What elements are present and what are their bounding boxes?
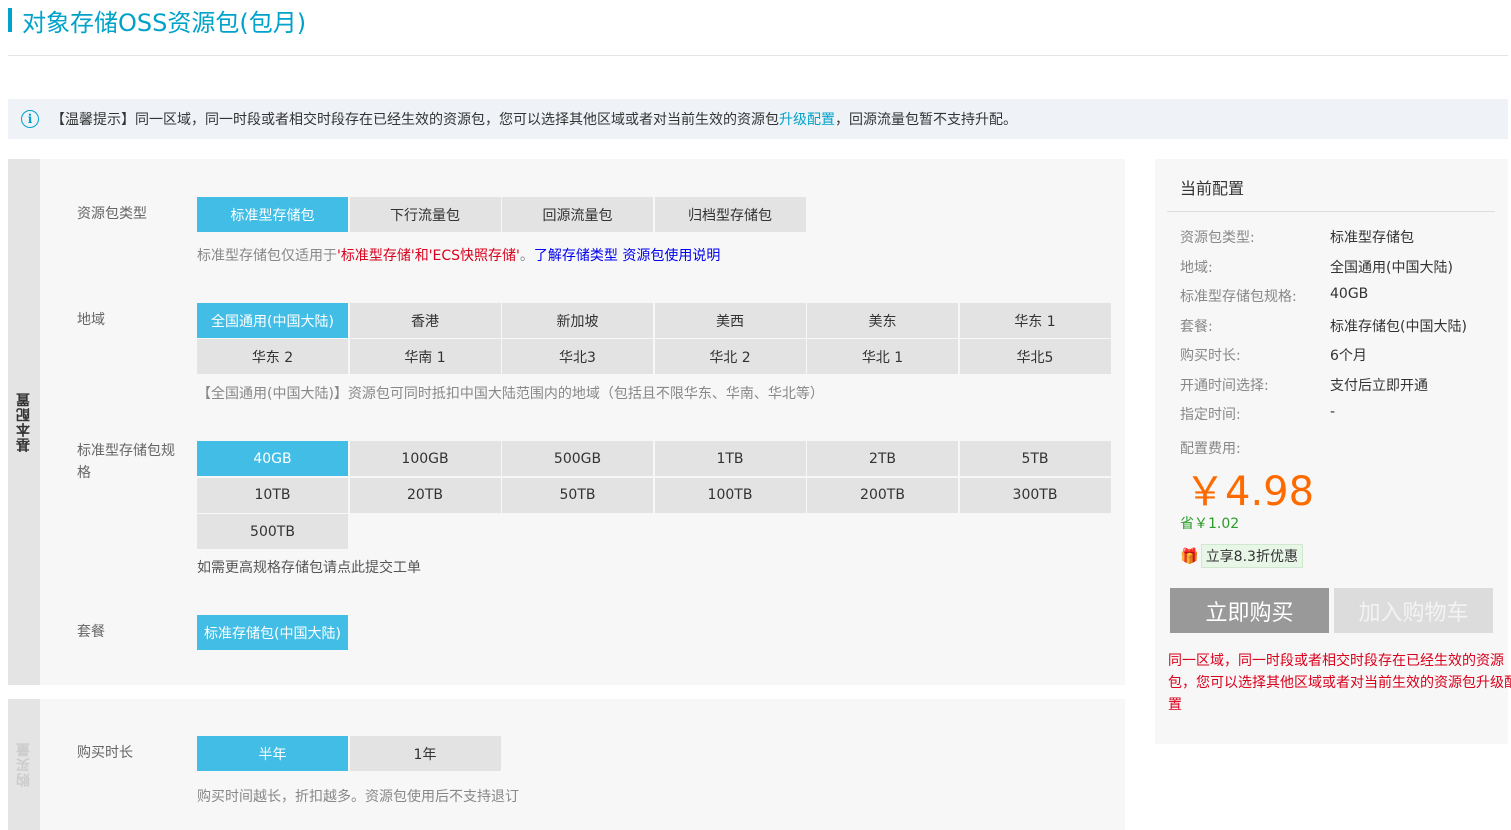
package-type-hint: 标准型存储包仅适用于'标准型存储'和'ECS快照存储'。了解存储类型 资源包使用… <box>197 248 721 264</box>
summary-value: 全国通用(中国大陆) <box>1330 259 1453 276</box>
spec-option[interactable]: 50TB <box>502 477 653 513</box>
package-type-option[interactable]: 下行流量包 <box>349 197 501 232</box>
package-type-option[interactable]: 回源流量包 <box>502 197 653 232</box>
summary-title: 当前配置 <box>1180 179 1245 198</box>
spec-option[interactable]: 10TB <box>197 477 348 513</box>
duration-hint: 购买时间越长，折扣越多。资源包使用后不支持退订 <box>197 789 519 805</box>
plan-label: 套餐 <box>77 624 105 640</box>
summary-panel: 当前配置 配置费用: ￥4.98 省￥1.02 🎁 立享8.3折优惠 立即购买 … <box>1155 159 1511 744</box>
buy-now-button[interactable]: 立即购买 <box>1170 588 1329 633</box>
duration-label: 购买时长 <box>77 745 133 761</box>
spec-option[interactable]: 100GB <box>349 441 501 476</box>
promo-badge: 🎁 立享8.3折优惠 <box>1180 544 1303 568</box>
spec-option[interactable]: 5TB <box>959 441 1111 476</box>
price-value: ￥4.98 <box>1185 469 1315 515</box>
add-to-cart-button[interactable]: 加入购物车 <box>1334 588 1493 633</box>
summary-value: 标准型存储包 <box>1330 230 1414 246</box>
purchase-amount-side-label: 购买量 <box>8 699 40 830</box>
summary-value: 支付后立即开通 <box>1330 377 1428 394</box>
notice-banner: i 【温馨提示】同一区域，同一时段或者相交时段存在已经生效的资源包，您可以选择其… <box>8 99 1508 139</box>
spec-option[interactable]: 500TB <box>197 514 348 549</box>
page-title: 对象存储OSS资源包(包月) <box>8 6 306 37</box>
plan-option[interactable]: 标准存储包(中国大陆) <box>197 615 348 650</box>
summary-value: 40GB <box>1330 286 1369 302</box>
fee-label: 配置费用: <box>1180 441 1241 457</box>
package-type-option[interactable]: 标准型存储包 <box>197 197 348 232</box>
region-option[interactable]: 新加坡 <box>502 303 653 338</box>
spec-hint: 如需更高规格存储包请点此提交工单 <box>197 560 421 576</box>
spec-option[interactable]: 1TB <box>654 441 806 476</box>
package-usage-link[interactable]: 资源包使用说明 <box>622 248 720 264</box>
region-label: 地域 <box>77 312 105 328</box>
page-title-text: 对象存储OSS资源包(包月) <box>22 8 307 37</box>
summary-key: 地域: <box>1180 259 1213 276</box>
summary-key: 标准型存储包规格: <box>1180 289 1297 305</box>
summary-key: 指定时间: <box>1180 407 1241 423</box>
purchase-amount-section: 购买量 购买时长 购买时间越长，折扣越多。资源包使用后不支持退订 半年 1年 <box>8 699 1125 830</box>
region-option[interactable]: 华北 2 <box>654 339 806 374</box>
info-icon: i <box>21 110 39 128</box>
spec-option[interactable]: 300TB <box>959 477 1111 513</box>
storage-type-link[interactable]: 了解存储类型 <box>534 248 618 264</box>
package-type-label: 资源包类型 <box>77 206 147 222</box>
summary-key: 套餐: <box>1180 318 1213 335</box>
summary-value: 6个月 <box>1330 348 1367 364</box>
region-option[interactable]: 全国通用(中国大陆) <box>197 303 348 338</box>
notice-text-before: 【温馨提示】同一区域，同一时段或者相交时段存在已经生效的资源包，您可以选择其他区… <box>51 112 779 128</box>
summary-key: 开通时间选择: <box>1180 377 1269 394</box>
package-type-option[interactable]: 归档型存储包 <box>654 197 806 232</box>
basic-config-side-label: 基本配置 <box>8 159 40 685</box>
region-option[interactable]: 香港 <box>349 303 501 338</box>
region-option[interactable]: 华北 1 <box>807 339 958 374</box>
summary-key: 购买时长: <box>1180 348 1241 364</box>
notice-upgrade-link[interactable]: 升级配置 <box>779 109 835 129</box>
region-option[interactable]: 华东 1 <box>959 303 1111 338</box>
summary-warning: 同一区域，同一时段或者相交时段存在已经生效的资源包，您可以选择其他区域或者对当前… <box>1168 653 1511 713</box>
title-divider <box>8 55 1508 56</box>
region-option[interactable]: 美西 <box>654 303 806 338</box>
region-option[interactable]: 华北5 <box>959 339 1111 374</box>
region-option[interactable]: 美东 <box>807 303 958 338</box>
promo-tag: 立享8.3折优惠 <box>1200 544 1303 568</box>
save-amount: 省￥1.02 <box>1180 516 1240 532</box>
title-accent-bar <box>8 8 12 32</box>
spec-option[interactable]: 20TB <box>349 477 501 513</box>
spec-option[interactable]: 40GB <box>197 441 348 476</box>
region-option[interactable]: 华北3 <box>502 339 653 374</box>
duration-option[interactable]: 半年 <box>197 736 348 771</box>
duration-option[interactable]: 1年 <box>349 736 501 771</box>
summary-divider <box>1167 211 1495 212</box>
summary-value: - <box>1330 404 1336 420</box>
spec-label: 标准型存储包规格 <box>77 443 175 481</box>
spec-option[interactable]: 500GB <box>502 441 653 476</box>
spec-option[interactable]: 2TB <box>807 441 958 476</box>
gift-icon: 🎁 <box>1180 547 1199 565</box>
package-type-hint-highlight: '标准型存储'和'ECS快照存储' <box>337 248 520 264</box>
notice-text-after: ，回源流量包暂不支持升配。 <box>835 112 1017 128</box>
region-option[interactable]: 华东 2 <box>197 339 348 374</box>
region-hint: 【全国通用(中国大陆)】资源包可同时抵扣中国大陆范围内的地域（包括且不限华东、华… <box>197 386 824 402</box>
spec-option[interactable]: 200TB <box>807 477 958 513</box>
summary-value: 标准存储包(中国大陆) <box>1330 318 1467 335</box>
region-option[interactable]: 华南 1 <box>349 339 501 374</box>
spec-option[interactable]: 100TB <box>654 477 806 513</box>
summary-key: 资源包类型: <box>1180 230 1255 246</box>
submit-ticket-link[interactable]: 提交工单 <box>365 560 421 576</box>
basic-config-section: 基本配置 资源包类型 标准型存储包仅适用于'标准型存储'和'ECS快照存储'。了… <box>8 159 1125 685</box>
